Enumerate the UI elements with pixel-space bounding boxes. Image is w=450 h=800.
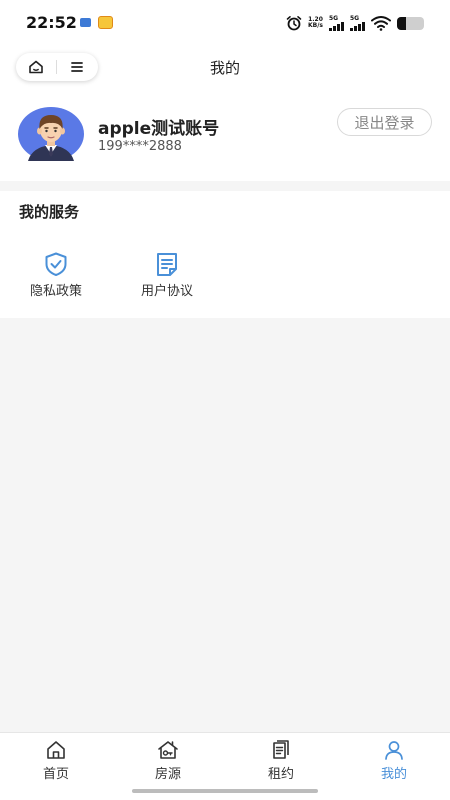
- tab-mine-label: 我的: [380, 767, 407, 782]
- tab-lease[interactable]: 租约: [251, 739, 311, 782]
- document-icon: [157, 253, 177, 276]
- signal-bars-icon: [350, 21, 365, 31]
- net-speed-unit: KB/s: [308, 22, 323, 29]
- shield-check-icon: [45, 252, 67, 276]
- signal-2: 5G: [350, 15, 365, 31]
- status-bar: 22:52 1.20 KB/s 5G 5G: [0, 0, 450, 46]
- user-agreement-label: 用户协议: [140, 284, 193, 299]
- tab-home-label: 首页: [42, 767, 69, 782]
- user-icon: [385, 741, 403, 760]
- mail-notification-icon: [98, 16, 113, 29]
- logout-button[interactable]: 退出登录: [337, 108, 432, 136]
- avatar: [18, 107, 84, 161]
- home-icon: [47, 741, 65, 759]
- contract-icon: [273, 740, 289, 759]
- services-section: 我的服务 隐私政策 用户协议: [0, 191, 450, 318]
- battery-icon: [397, 16, 424, 30]
- status-time: 22:52: [26, 13, 77, 32]
- user-agreement-item[interactable]: 用户协议: [127, 251, 207, 299]
- privacy-policy-label: 隐私政策: [29, 284, 82, 299]
- tab-home[interactable]: 首页: [26, 739, 86, 782]
- net-speed: 1.20 KB/s: [308, 17, 323, 29]
- tab-mine[interactable]: 我的: [364, 739, 424, 782]
- tab-listings[interactable]: 房源: [138, 739, 198, 782]
- tab-listings-label: 房源: [154, 767, 181, 782]
- house-key-icon: [158, 741, 178, 759]
- signal-bars-icon: [329, 21, 344, 31]
- tab-lease-label: 租约: [267, 767, 294, 782]
- profile-card: apple测试账号 199****2888 退出登录: [0, 88, 450, 181]
- message-notification-icon: [80, 18, 91, 27]
- status-right-group: 1.20 KB/s 5G 5G: [286, 13, 424, 33]
- username: apple测试账号: [98, 119, 220, 139]
- nav-bar: 我的: [0, 46, 450, 88]
- page-title: 我的: [209, 59, 240, 77]
- services-title: 我的服务: [19, 203, 80, 221]
- wifi-icon: [371, 16, 391, 31]
- privacy-policy-item[interactable]: 隐私政策: [16, 251, 96, 299]
- phone-number: 199****2888: [98, 139, 182, 154]
- alarm-icon: [286, 16, 302, 31]
- home-indicator[interactable]: [132, 789, 318, 793]
- signal-1: 5G: [329, 15, 344, 31]
